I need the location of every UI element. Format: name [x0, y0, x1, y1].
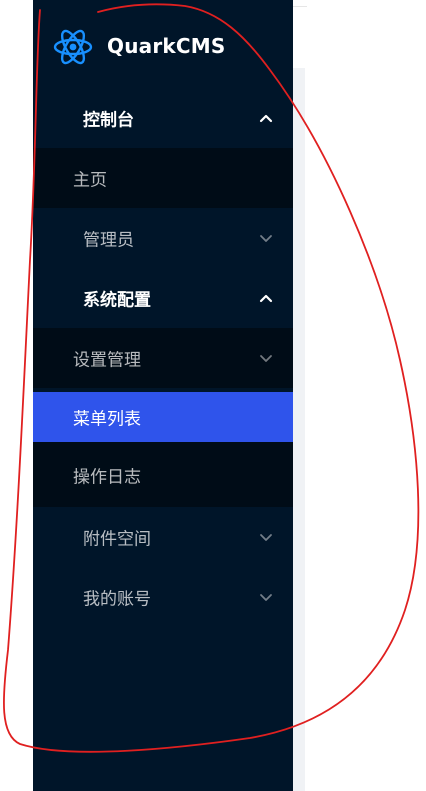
atom-icon — [53, 29, 93, 65]
menu-admin-label: 管理员 — [83, 230, 134, 251]
menu-admin[interactable]: 管理员 — [33, 208, 293, 268]
chevron-down-icon — [260, 235, 272, 242]
page: QuarkCMS 控制台 主页 管理员 系统配置 设置管理 菜单列表 操作日志 … — [0, 0, 426, 791]
menu-home-label: 主页 — [73, 170, 107, 191]
menu-my-account-label: 我的账号 — [83, 589, 151, 610]
menu-operation-log[interactable]: 操作日志 — [33, 442, 293, 507]
chevron-down-icon — [260, 534, 272, 541]
menu-home[interactable]: 主页 — [33, 148, 293, 208]
menu-dashboard[interactable]: 控制台 — [33, 88, 293, 148]
menu-system-config[interactable]: 系统配置 — [33, 268, 293, 328]
brand[interactable]: QuarkCMS — [33, 0, 293, 88]
menu-my-account[interactable]: 我的账号 — [33, 567, 293, 627]
chevron-down-icon — [260, 355, 272, 362]
chevron-down-icon — [260, 594, 272, 601]
chevron-up-icon — [259, 114, 273, 123]
menu-dashboard-label: 控制台 — [83, 110, 134, 131]
menu-system-config-label: 系统配置 — [83, 290, 151, 311]
menu-menu-list-label: 菜单列表 — [73, 409, 141, 430]
brand-title: QuarkCMS — [107, 34, 226, 58]
menu-attachments-label: 附件空间 — [83, 529, 151, 550]
menu-settings[interactable]: 设置管理 — [33, 328, 293, 388]
chevron-up-icon — [259, 294, 273, 303]
menu-settings-label: 设置管理 — [73, 350, 141, 371]
menu-menu-list[interactable]: 菜单列表 — [33, 392, 293, 442]
content-area-edge — [293, 68, 305, 791]
menu-operation-log-label: 操作日志 — [73, 467, 141, 487]
header-divider — [293, 6, 307, 7]
sidebar: QuarkCMS 控制台 主页 管理员 系统配置 设置管理 菜单列表 操作日志 … — [33, 0, 293, 791]
menu-attachments[interactable]: 附件空间 — [33, 507, 293, 567]
